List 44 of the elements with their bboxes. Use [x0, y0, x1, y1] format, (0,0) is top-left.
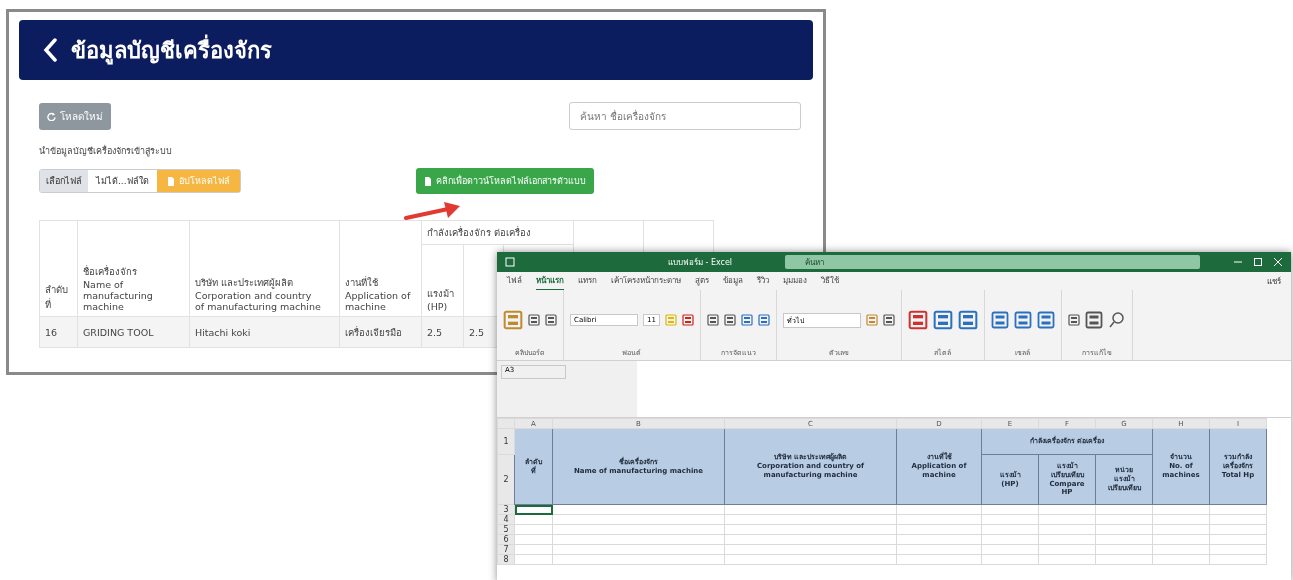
column-header: แรงม้า (HP): [421, 244, 464, 317]
ribbon-tab[interactable]: รีวิว: [757, 271, 769, 291]
file-input[interactable]: เลือกไฟล์ ไม่ได้...ฟล์ใด อัปโหลดไฟล์: [39, 169, 241, 193]
maximize-icon[interactable]: [1253, 257, 1263, 267]
row-number[interactable]: 1: [497, 428, 515, 455]
table-cell: เครื่องเจียรมือ: [339, 316, 422, 348]
ribbon-tab[interactable]: ไฟล์: [507, 271, 522, 291]
search-icon[interactable]: [1107, 311, 1126, 329]
row-number[interactable]: 5: [497, 524, 515, 535]
column-header: งานที่ใช้ Application of machine: [339, 220, 422, 317]
row-number[interactable]: 7: [497, 544, 515, 555]
column-header: บริษัท และประเทศผู้ผลิต Corporation and country of manufacturing machine: [189, 220, 340, 317]
page-title: ข้อมูลบัญชีเครื่องจักร: [71, 32, 272, 68]
search-field[interactable]: ค้นหา: [785, 255, 1200, 269]
arrow-icon: [404, 200, 462, 222]
table-cell: Hitachi koki: [189, 316, 340, 348]
column-header: ลำดับ ที่: [39, 220, 78, 317]
table-cell: GRIDING TOOL: [77, 316, 190, 348]
import-label: นำข้อมูลบัญชีเครื่องจักรเข้าสู่ระบบ: [39, 144, 173, 158]
row-number[interactable]: 2: [497, 454, 515, 505]
refresh-icon: [47, 111, 56, 121]
row-number[interactable]: 4: [497, 514, 515, 525]
share-button[interactable]: แชร์: [1267, 274, 1281, 288]
row-number[interactable]: 6: [497, 534, 515, 545]
group-header: กำลังเครื่องจักร ต่อเครื่อง: [421, 220, 574, 245]
file-icon: [423, 176, 432, 186]
close-icon[interactable]: [1273, 257, 1283, 267]
file-icon: [166, 176, 175, 186]
table-cell: 16: [39, 316, 78, 348]
row-number[interactable]: 8: [497, 554, 515, 565]
ribbon-tab[interactable]: สูตร: [695, 271, 709, 291]
ribbon-tab[interactable]: ข้อมูล: [723, 271, 743, 291]
row-number[interactable]: 3: [497, 504, 515, 515]
selected-cell[interactable]: [514, 504, 553, 515]
ribbon-tab[interactable]: เค้าโครงหน้ากระดาษ: [611, 271, 681, 291]
window-title: แบบฟอร์ม - Excel: [666, 256, 734, 269]
ribbon-tab[interactable]: วิธีใช้: [821, 271, 839, 291]
search-field[interactable]: ค้นหา ชื่อเครื่องจักร: [569, 102, 801, 130]
file-status: ไม่ได้...ฟล์ใด: [94, 175, 150, 188]
column-header: ชื่อเครื่องจักร Name of manufacturing machine: [77, 220, 190, 317]
back-icon[interactable]: [43, 38, 57, 62]
ribbon-tab[interactable]: มุมมอง: [783, 271, 807, 291]
ribbon-tab[interactable]: แทรก: [578, 271, 597, 291]
choose-file-button[interactable]: เลือกไฟล์: [40, 170, 88, 192]
